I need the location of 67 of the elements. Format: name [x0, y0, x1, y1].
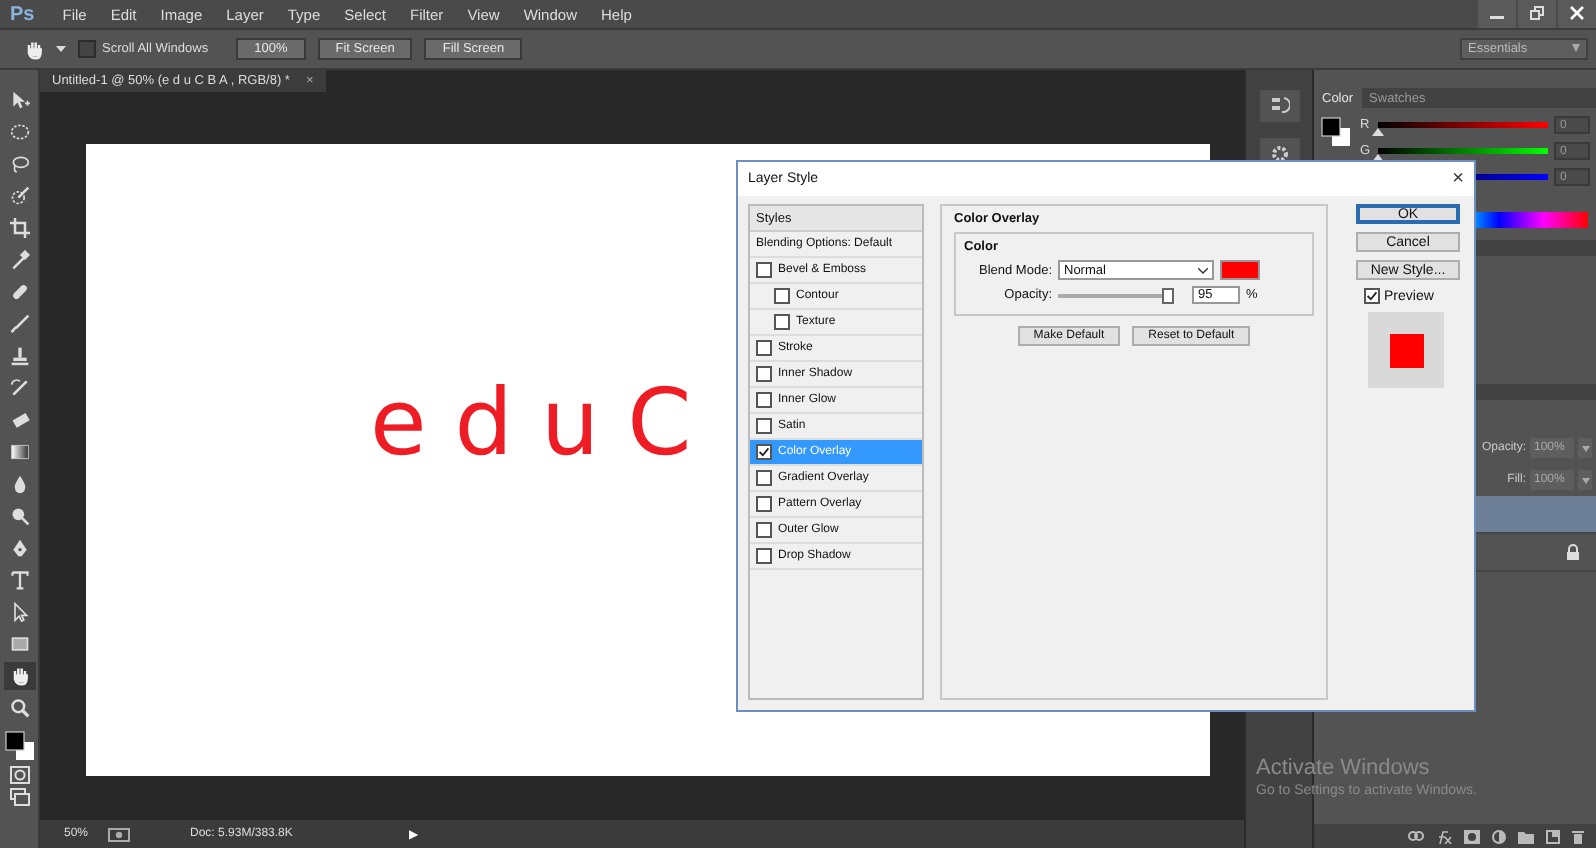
stamp-icon: [9, 346, 29, 366]
move-arrow-icon: [9, 90, 29, 110]
checkbox[interactable]: [756, 470, 772, 486]
brush-icon: [9, 314, 29, 334]
tool-button[interactable]: [3, 662, 35, 690]
eyedropper-icon: [9, 250, 29, 270]
canvas-text: eduC: [370, 376, 720, 468]
caret-icon[interactable]: [1578, 470, 1592, 490]
color-swatch[interactable]: [1220, 260, 1260, 280]
new-layer-icon[interactable]: [1546, 829, 1560, 843]
color-swatches-icon[interactable]: [3, 730, 35, 762]
lasso-icon: [9, 154, 29, 174]
lock-icon: [1566, 544, 1580, 560]
mask-icon[interactable]: [1464, 829, 1480, 843]
checkbox[interactable]: [756, 262, 772, 278]
gradient-icon: [9, 442, 29, 462]
checkbox[interactable]: [756, 340, 772, 356]
brush-arrow-icon: [9, 378, 29, 398]
screen-mode-icon[interactable]: [9, 788, 29, 806]
minimize-button[interactable]: [1478, 0, 1516, 27]
color-swatches-icon[interactable]: [1320, 116, 1352, 148]
preview-thumbnail: [1368, 312, 1444, 388]
history-panel-button[interactable]: [1259, 90, 1299, 122]
folder-icon[interactable]: [1518, 829, 1534, 843]
checkbox[interactable]: [756, 366, 772, 382]
gear-icon: [1269, 144, 1289, 164]
drop-icon: [9, 474, 29, 494]
close-button[interactable]: ×: [1452, 168, 1464, 190]
brush-circle-icon: [9, 186, 29, 206]
effects-icon[interactable]: [1436, 829, 1452, 843]
link-icon[interactable]: [1408, 830, 1424, 842]
app-logo: Ps: [8, 3, 37, 25]
slider-thumb[interactable]: [1162, 287, 1175, 303]
crop-icon: [9, 218, 29, 238]
hand-icon: [9, 666, 29, 686]
hand-icon[interactable]: [24, 39, 44, 59]
restore-button[interactable]: [1518, 0, 1556, 27]
checkbox[interactable]: [1364, 288, 1380, 304]
type-icon: [9, 570, 29, 590]
restore-icon: [1530, 6, 1544, 20]
checkbox[interactable]: [756, 548, 772, 564]
trash-icon[interactable]: [1572, 829, 1584, 843]
pen-icon: [9, 538, 29, 558]
ellipse-icon: [9, 122, 29, 142]
checkbox[interactable]: [756, 522, 772, 538]
close-button[interactable]: [1558, 0, 1596, 27]
caret-icon[interactable]: [56, 45, 66, 53]
eraser-icon: [9, 410, 29, 430]
checkbox[interactable]: [756, 418, 772, 434]
checkbox[interactable]: [774, 314, 790, 330]
status-icon: [108, 827, 131, 841]
adjustment-icon[interactable]: [1492, 829, 1506, 843]
checkbox[interactable]: [756, 496, 772, 512]
zoom-icon: [9, 698, 29, 718]
quick-mask-icon[interactable]: [9, 766, 29, 784]
close-icon: [1570, 6, 1584, 20]
history-icon: [1269, 96, 1289, 116]
pointer-icon: [9, 602, 29, 622]
caret-icon: [1198, 267, 1208, 273]
checkbox[interactable]: [756, 392, 772, 408]
checkbox[interactable]: [774, 288, 790, 304]
checkbox[interactable]: [78, 40, 96, 58]
dodge-icon: [9, 506, 29, 526]
caret-icon: [1572, 44, 1580, 54]
checkbox[interactable]: [756, 444, 772, 460]
rectangle-icon: [9, 634, 29, 654]
caret-icon[interactable]: [1578, 438, 1592, 458]
